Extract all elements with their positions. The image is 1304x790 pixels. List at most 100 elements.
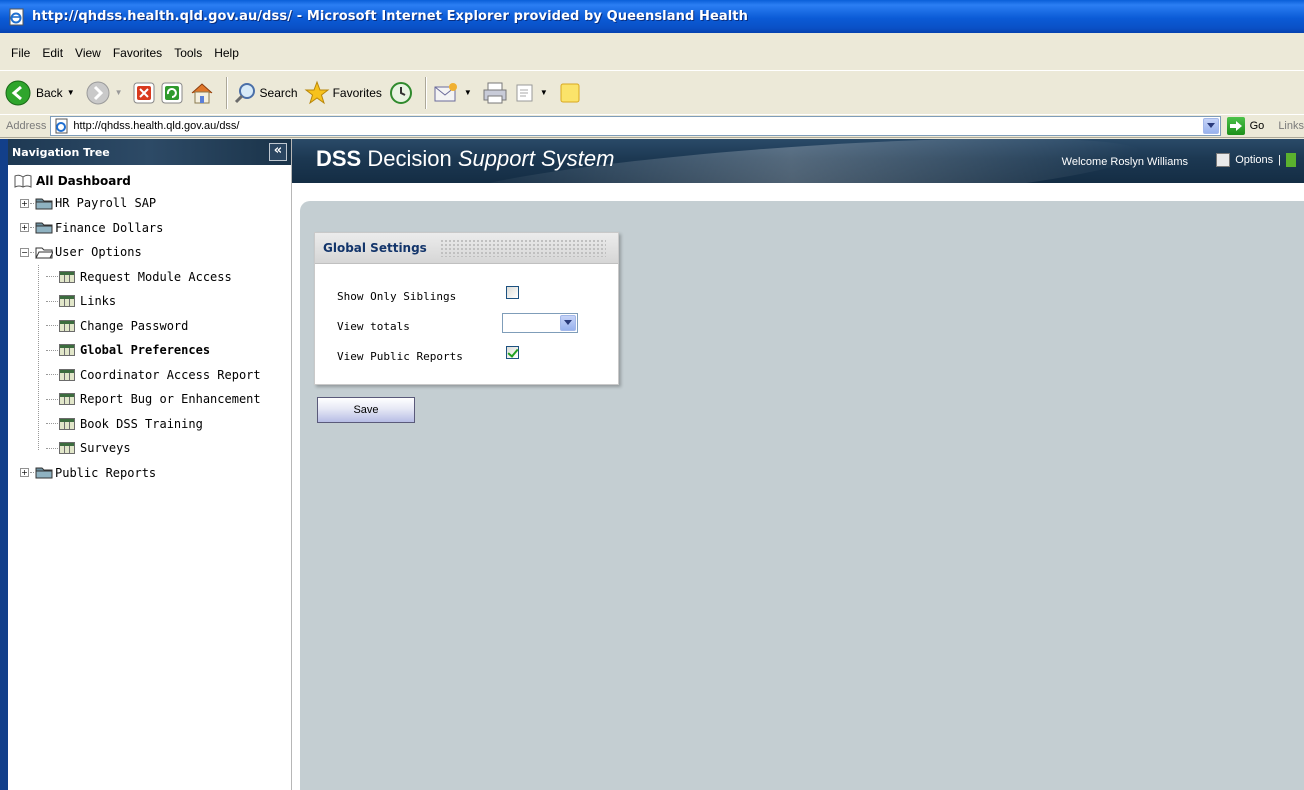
collapse-nav-button[interactable]: « xyxy=(269,143,287,161)
print-button[interactable] xyxy=(482,81,508,105)
stop-icon xyxy=(133,82,155,103)
save-button[interactable]: Save xyxy=(317,397,415,423)
mail-button[interactable]: ▼ xyxy=(432,81,476,105)
menu-bar: File Edit View Favorites Tools Help xyxy=(0,42,1304,64)
tree-item-label: Surveys xyxy=(80,441,131,456)
tree-item-change-password[interactable]: Change Password xyxy=(8,314,291,339)
tree-item-label: User Options xyxy=(55,245,142,260)
report-grid-icon xyxy=(59,368,75,381)
logo-word: Decision xyxy=(367,146,452,171)
tree-connector xyxy=(46,447,58,449)
go-button[interactable]: Go xyxy=(1226,117,1264,135)
report-grid-icon xyxy=(59,295,75,308)
tree-item-public-reports[interactable]: + Public Reports xyxy=(8,461,291,486)
tree-item-request-module-access[interactable]: Request Module Access xyxy=(8,265,291,290)
tree-item-report-bug[interactable]: Report Bug or Enhancement xyxy=(8,387,291,412)
edit-dropdown-icon[interactable]: ▼ xyxy=(540,88,548,97)
expand-icon[interactable]: + xyxy=(20,468,29,478)
collapse-icon[interactable]: − xyxy=(20,247,29,257)
mail-icon xyxy=(434,82,457,101)
open-folder-icon xyxy=(35,247,53,259)
tree-item-surveys[interactable]: Surveys xyxy=(8,436,291,461)
tree-item-label-selected: Global Preferences xyxy=(80,343,211,358)
tree-connector xyxy=(30,227,34,229)
history-icon xyxy=(389,81,412,104)
browser-toolbar: Back ▼ ▼ Search Favorites ▼ ▼ xyxy=(0,70,1304,114)
refresh-icon xyxy=(161,82,183,103)
window-title-bar[interactable]: http://qhdss.health.qld.gov.au/dss/ - Mi… xyxy=(0,0,1304,33)
menu-edit[interactable]: Edit xyxy=(37,46,70,60)
navigation-title: Navigation Tree xyxy=(12,145,110,159)
report-grid-icon xyxy=(59,270,75,283)
tree-item-finance-dollars[interactable]: + Finance Dollars xyxy=(8,216,291,241)
tree-item-label: Book DSS Training xyxy=(80,416,203,431)
report-grid-icon xyxy=(59,393,75,406)
tree-item-label: Change Password xyxy=(80,318,189,333)
show-only-siblings-checkbox[interactable] xyxy=(506,286,519,299)
navigation-panel: Navigation Tree « All Dashboard + HR Pay… xyxy=(8,139,292,790)
tree-item-label: Finance Dollars xyxy=(55,220,164,235)
menu-favorites[interactable]: Favorites xyxy=(108,46,169,60)
report-grid-icon xyxy=(59,344,75,357)
history-button[interactable] xyxy=(388,80,414,106)
tree-item-hr-payroll-sap[interactable]: + HR Payroll SAP xyxy=(8,191,291,216)
tree-item-coordinator-access-report[interactable]: Coordinator Access Report xyxy=(8,363,291,388)
tree-connector xyxy=(30,472,34,474)
expand-icon[interactable]: + xyxy=(20,223,29,233)
address-input[interactable] xyxy=(73,120,1220,132)
links-toolbar-label[interactable]: Links xyxy=(1278,120,1304,132)
menu-file[interactable]: File xyxy=(6,46,37,60)
back-button[interactable]: Back ▼ xyxy=(4,79,79,107)
expand-icon[interactable]: + xyxy=(20,198,29,208)
tree-root-all-dashboard[interactable]: All Dashboard xyxy=(8,171,291,191)
tree-connector xyxy=(30,251,34,253)
tree-connector xyxy=(30,202,34,204)
search-button[interactable]: Search xyxy=(233,81,298,105)
mail-dropdown-icon[interactable]: ▼ xyxy=(464,88,472,97)
menu-help[interactable]: Help xyxy=(209,46,246,60)
home-icon xyxy=(191,82,212,103)
tree-item-user-options[interactable]: − User Options xyxy=(8,240,291,265)
toolbar-separator xyxy=(225,76,228,109)
report-grid-icon xyxy=(59,417,75,430)
address-field[interactable] xyxy=(50,116,1221,136)
app-logo: DSS Decision Support System xyxy=(316,146,614,172)
tree-root-label: All Dashboard xyxy=(36,174,131,188)
tree-item-links[interactable]: Links xyxy=(8,289,291,314)
favorites-button[interactable]: Favorites xyxy=(304,80,382,106)
global-settings-card: Global Settings Show Only Siblings View … xyxy=(314,232,619,385)
back-dropdown-icon[interactable]: ▼ xyxy=(67,88,75,97)
user-options-children: Request Module Access Links Change Passw… xyxy=(8,264,291,461)
view-totals-dropdown-button[interactable] xyxy=(560,315,576,331)
home-button[interactable] xyxy=(189,81,215,105)
notes-button[interactable] xyxy=(558,81,582,105)
favorites-label: Favorites xyxy=(332,85,382,100)
tree-item-book-dss-training[interactable]: Book DSS Training xyxy=(8,412,291,437)
options-link[interactable]: Options | xyxy=(1216,153,1296,167)
report-grid-icon xyxy=(59,442,75,455)
navigation-tree: All Dashboard + HR Payroll SAP + Finance xyxy=(8,165,291,485)
window-title: http://qhdss.health.qld.gov.au/dss/ - Mi… xyxy=(32,9,748,24)
refresh-button[interactable] xyxy=(161,82,183,104)
tree-item-global-preferences[interactable]: Global Preferences xyxy=(8,338,291,363)
address-label: Address xyxy=(6,120,47,132)
view-public-reports-checkbox[interactable] xyxy=(506,346,519,359)
edit-button[interactable]: ▼ xyxy=(514,82,552,104)
forward-button[interactable]: ▼ xyxy=(85,80,127,106)
tree-item-label: Links xyxy=(80,294,117,309)
view-totals-select[interactable] xyxy=(502,313,578,333)
navigation-header: Navigation Tree « xyxy=(8,139,291,165)
go-arrow-icon xyxy=(1226,117,1245,135)
logout-icon[interactable] xyxy=(1286,153,1296,167)
forward-dropdown-icon[interactable]: ▼ xyxy=(115,88,123,97)
search-icon xyxy=(234,82,255,103)
menu-view[interactable]: View xyxy=(70,46,108,60)
address-dropdown-button[interactable] xyxy=(1202,118,1219,134)
back-label: Back xyxy=(36,85,63,100)
window-left-border xyxy=(0,139,8,790)
menu-tools[interactable]: Tools xyxy=(169,46,209,60)
stop-button[interactable] xyxy=(133,82,155,104)
logo-acronym: DSS xyxy=(316,146,362,171)
tree-item-label: Public Reports xyxy=(55,465,157,480)
tree-item-label: Report Bug or Enhancement xyxy=(80,392,261,407)
